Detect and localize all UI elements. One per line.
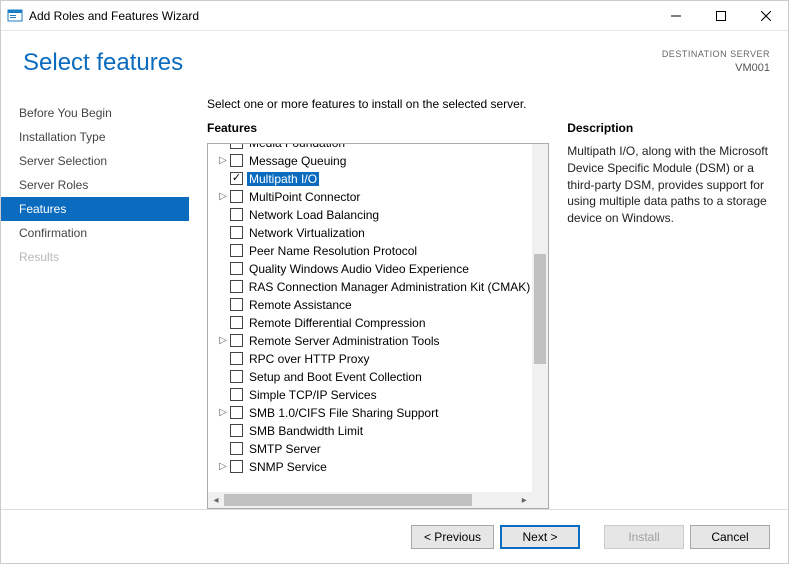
description-label: Description: [567, 121, 770, 135]
expand-icon[interactable]: ▷: [216, 191, 230, 202]
feature-checkbox[interactable]: [230, 154, 243, 167]
expand-icon[interactable]: ▷: [216, 155, 230, 166]
feature-checkbox[interactable]: [230, 280, 243, 293]
description-text: Multipath I/O, along with the Microsoft …: [567, 143, 770, 227]
minimize-button[interactable]: [653, 1, 698, 30]
feature-item[interactable]: ▷ MultiPoint Connector: [208, 188, 532, 206]
feature-checkbox[interactable]: [230, 370, 243, 383]
feature-checkbox[interactable]: [230, 172, 243, 185]
feature-label[interactable]: SNMP Service: [247, 460, 329, 474]
step-features[interactable]: Features: [1, 197, 189, 221]
features-label: Features: [207, 121, 549, 135]
feature-item[interactable]: Remote Assistance: [208, 296, 532, 314]
vertical-scroll-thumb[interactable]: [534, 254, 546, 364]
scroll-corner: [532, 492, 548, 508]
feature-checkbox[interactable]: [230, 143, 243, 150]
feature-checkbox[interactable]: [230, 352, 243, 365]
step-installation-type[interactable]: Installation Type: [1, 125, 189, 149]
feature-item[interactable]: SMTP Server: [208, 440, 532, 458]
feature-label[interactable]: Setup and Boot Event Collection: [247, 370, 424, 384]
horizontal-scrollbar[interactable]: ◂ ▸: [208, 492, 532, 508]
expand-icon[interactable]: ▷: [216, 407, 230, 418]
wizard-footer: < Previous Next > Install Cancel: [1, 509, 788, 563]
feature-checkbox[interactable]: [230, 262, 243, 275]
expand-icon[interactable]: ▷: [216, 335, 230, 346]
scroll-left-icon[interactable]: ◂: [208, 492, 224, 508]
feature-checkbox[interactable]: [230, 316, 243, 329]
feature-item[interactable]: Multipath I/O: [208, 170, 532, 188]
feature-label[interactable]: Remote Assistance: [247, 298, 354, 312]
feature-item[interactable]: SMB Bandwidth Limit: [208, 422, 532, 440]
window-title: Add Roles and Features Wizard: [29, 9, 653, 23]
vertical-scrollbar[interactable]: [532, 144, 548, 492]
feature-item[interactable]: Peer Name Resolution Protocol: [208, 242, 532, 260]
feature-label[interactable]: Quality Windows Audio Video Experience: [247, 262, 471, 276]
scroll-right-icon[interactable]: ▸: [516, 492, 532, 508]
destination-info: DESTINATION SERVER VM001: [662, 49, 770, 75]
feature-item[interactable]: Media Foundation: [208, 143, 532, 152]
feature-item[interactable]: Simple TCP/IP Services: [208, 386, 532, 404]
feature-item[interactable]: ▷ SNMP Service: [208, 458, 532, 476]
app-icon: [7, 8, 23, 24]
feature-checkbox[interactable]: [230, 334, 243, 347]
destination-server-name: VM001: [662, 61, 770, 75]
page-title: Select features: [23, 49, 207, 77]
feature-label[interactable]: Message Queuing: [247, 154, 348, 168]
feature-item[interactable]: ▷ Remote Server Administration Tools: [208, 332, 532, 350]
titlebar: Add Roles and Features Wizard: [1, 1, 788, 31]
feature-item[interactable]: Remote Differential Compression: [208, 314, 532, 332]
step-confirmation[interactable]: Confirmation: [1, 221, 189, 245]
feature-label[interactable]: RPC over HTTP Proxy: [247, 352, 371, 366]
wizard-steps: Before You BeginInstallation TypeServer …: [19, 101, 207, 269]
feature-label[interactable]: Simple TCP/IP Services: [247, 388, 379, 402]
feature-item[interactable]: Quality Windows Audio Video Experience: [208, 260, 532, 278]
feature-label[interactable]: SMB 1.0/CIFS File Sharing Support: [247, 406, 440, 420]
feature-label[interactable]: Multipath I/O: [247, 172, 319, 186]
feature-item[interactable]: RAS Connection Manager Administration Ki…: [208, 278, 532, 296]
feature-label[interactable]: Peer Name Resolution Protocol: [247, 244, 419, 258]
instruction-text: Select one or more features to install o…: [207, 97, 770, 111]
feature-checkbox[interactable]: [230, 406, 243, 419]
feature-checkbox[interactable]: [230, 424, 243, 437]
close-button[interactable]: [743, 1, 788, 30]
feature-checkbox[interactable]: [230, 460, 243, 473]
feature-item[interactable]: Setup and Boot Event Collection: [208, 368, 532, 386]
maximize-button[interactable]: [698, 1, 743, 30]
feature-checkbox[interactable]: [230, 208, 243, 221]
next-button[interactable]: Next >: [500, 525, 580, 549]
install-button: Install: [604, 525, 684, 549]
expand-icon[interactable]: ▷: [216, 461, 230, 472]
feature-label[interactable]: Network Virtualization: [247, 226, 367, 240]
feature-label[interactable]: SMTP Server: [247, 442, 323, 456]
step-results: Results: [1, 245, 189, 269]
feature-label[interactable]: Network Load Balancing: [247, 208, 381, 222]
step-before-you-begin[interactable]: Before You Begin: [1, 101, 189, 125]
feature-checkbox[interactable]: [230, 226, 243, 239]
cancel-button[interactable]: Cancel: [690, 525, 770, 549]
feature-checkbox[interactable]: [230, 244, 243, 257]
destination-label: DESTINATION SERVER: [662, 49, 770, 61]
feature-checkbox[interactable]: [230, 442, 243, 455]
feature-checkbox[interactable]: [230, 388, 243, 401]
feature-label[interactable]: RAS Connection Manager Administration Ki…: [247, 280, 532, 294]
horizontal-scroll-thumb[interactable]: [224, 494, 472, 506]
feature-checkbox[interactable]: [230, 190, 243, 203]
feature-label[interactable]: SMB Bandwidth Limit: [247, 424, 365, 438]
step-server-selection[interactable]: Server Selection: [1, 149, 189, 173]
feature-item[interactable]: RPC over HTTP Proxy: [208, 350, 532, 368]
features-tree[interactable]: Media Foundation ▷ Message Queuing Multipat…: [207, 143, 549, 509]
feature-item[interactable]: Network Virtualization: [208, 224, 532, 242]
feature-label[interactable]: Remote Differential Compression: [247, 316, 428, 330]
feature-item[interactable]: ▷ Message Queuing: [208, 152, 532, 170]
feature-label[interactable]: Remote Server Administration Tools: [247, 334, 442, 348]
feature-label[interactable]: MultiPoint Connector: [247, 190, 362, 204]
previous-button[interactable]: < Previous: [411, 525, 494, 549]
feature-item[interactable]: Network Load Balancing: [208, 206, 532, 224]
feature-checkbox[interactable]: [230, 298, 243, 311]
step-server-roles[interactable]: Server Roles: [1, 173, 189, 197]
feature-item[interactable]: ▷ SMB 1.0/CIFS File Sharing Support: [208, 404, 532, 422]
feature-label[interactable]: Media Foundation: [247, 143, 347, 150]
